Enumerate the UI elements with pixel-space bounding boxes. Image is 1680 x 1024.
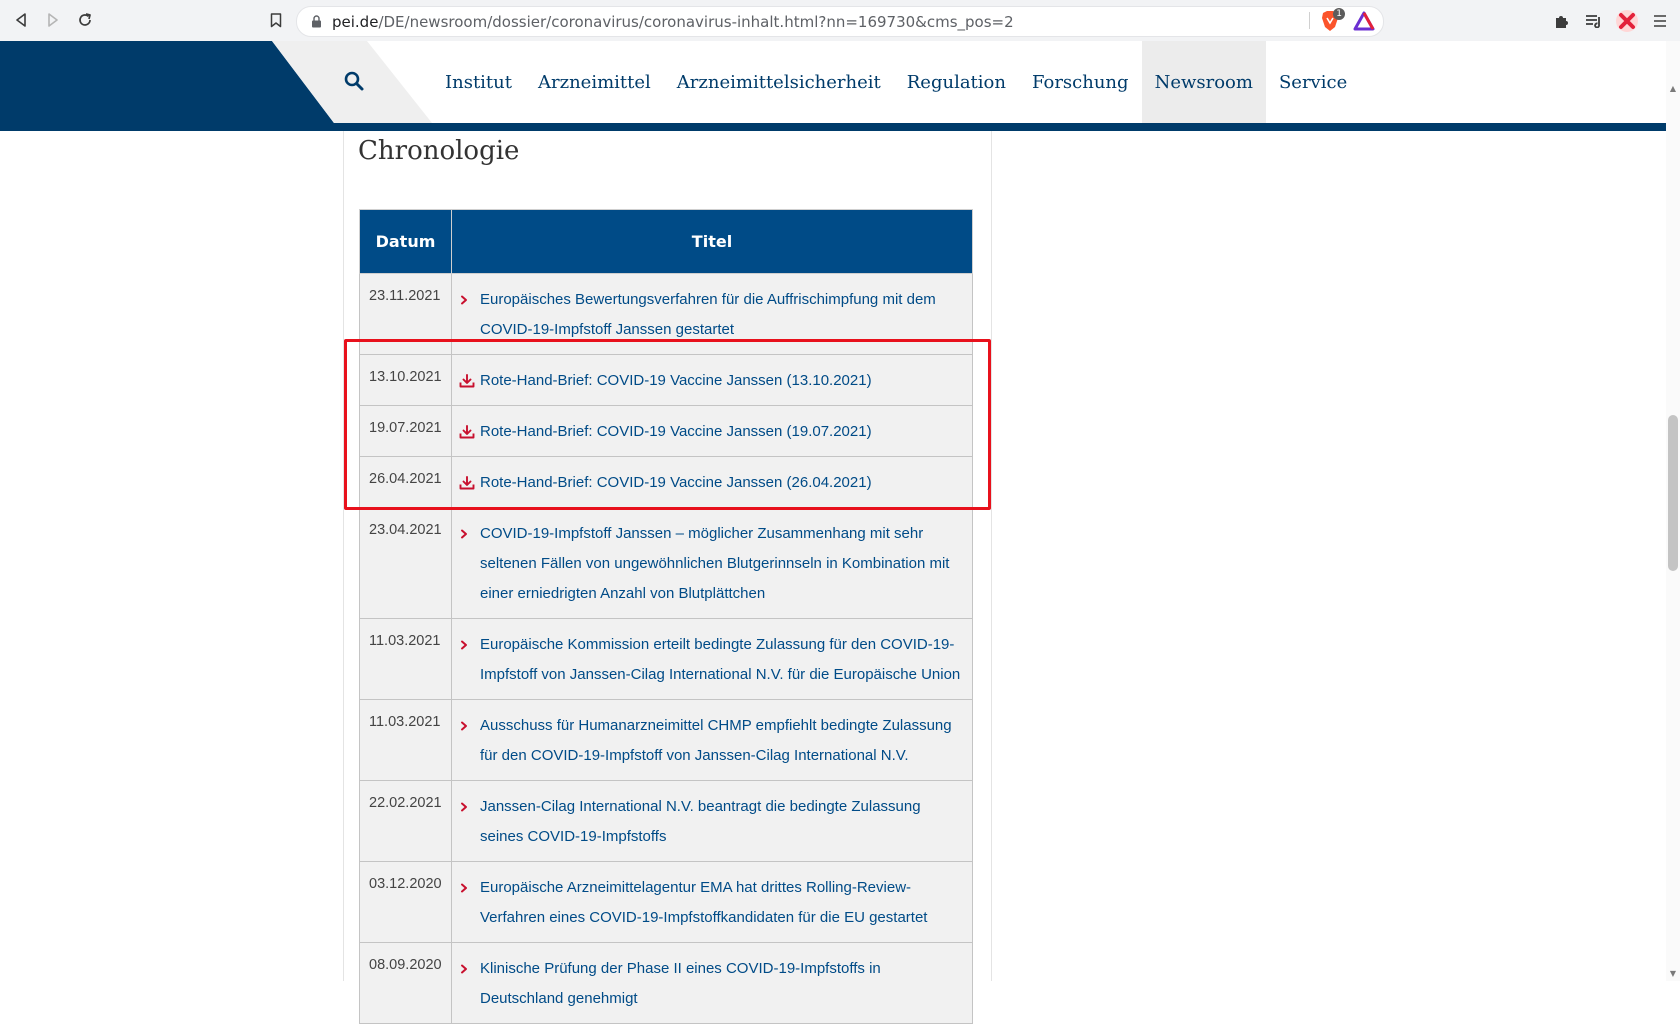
article-link[interactable]: COVID-19-Impfstoff Janssen – möglicher Z… xyxy=(480,519,962,609)
row-title-cell: Europäisches Bewertungsverfahren für die… xyxy=(451,273,973,355)
browser-toolbar: pei.de/DE/newsroom/dossier/coronavirus/c… xyxy=(0,0,1680,42)
article-link[interactable]: Europäisches Bewertungsverfahren für die… xyxy=(480,285,962,345)
scroll-up-arrow[interactable]: ▲ xyxy=(1668,84,1678,94)
nav-item-arzneimittel[interactable]: Arzneimittel xyxy=(525,41,664,123)
playlist-icon xyxy=(1586,15,1600,28)
chronology-table-body: 23.11.2021 Europäisches Bewertungsverfahr… xyxy=(359,273,973,1024)
search-button[interactable] xyxy=(343,70,367,94)
nav-item-institut[interactable]: Institut xyxy=(432,41,525,123)
chevron-right-icon xyxy=(459,519,480,549)
back-icon xyxy=(16,13,26,27)
table-row: 19.07.2021 Rote-Hand-Brief: COVID-19 Vacc… xyxy=(359,405,973,457)
row-title-cell: Europäische Kommission erteilt bedingte … xyxy=(451,618,973,700)
row-date: 22.02.2021 xyxy=(359,780,452,862)
nav-item-regulation[interactable]: Regulation xyxy=(894,41,1019,123)
back-button[interactable] xyxy=(10,9,32,31)
row-date: 26.04.2021 xyxy=(359,456,452,508)
hamburger-menu-icon xyxy=(1654,15,1666,27)
chevron-right-icon xyxy=(459,792,480,822)
row-title-cell: Klinische Prüfung der Phase II eines COV… xyxy=(451,942,973,1024)
download-link[interactable]: Rote-Hand-Brief: COVID-19 Vaccine Jansse… xyxy=(480,417,872,447)
row-date: 03.12.2020 xyxy=(359,861,452,943)
brave-shields-button[interactable]: 1 xyxy=(1318,8,1345,33)
row-date: 19.07.2021 xyxy=(359,405,452,457)
table-row: 03.12.2020 Europäische Arzneimittelagentu… xyxy=(359,861,973,943)
download-icon xyxy=(459,366,480,396)
search-icon xyxy=(344,71,364,91)
scroll-down-arrow[interactable]: ▼ xyxy=(1668,969,1678,979)
extensions-button[interactable] xyxy=(1550,9,1574,33)
forward-button[interactable] xyxy=(42,9,64,31)
media-queue-button[interactable] xyxy=(1582,9,1606,33)
header-divider-bar xyxy=(0,123,1666,131)
bookmark-icon xyxy=(270,12,282,27)
address-bar[interactable]: pei.de/DE/newsroom/dossier/coronavirus/c… xyxy=(296,6,1384,37)
row-title-cell: Janssen-Cilag International N.V. beantra… xyxy=(451,780,973,862)
table-row: 13.10.2021 Rote-Hand-Brief: COVID-19 Vacc… xyxy=(359,354,973,406)
nav-item-arzneimittelsicherheit[interactable]: Arzneimittelsicherheit xyxy=(664,41,894,123)
lock-icon xyxy=(311,15,322,28)
row-title-cell: COVID-19-Impfstoff Janssen – möglicher Z… xyxy=(451,507,973,619)
row-title-cell: Rote-Hand-Brief: COVID-19 Vaccine Jansse… xyxy=(451,354,973,406)
row-date: 23.04.2021 xyxy=(359,507,452,619)
chevron-right-icon xyxy=(459,285,480,315)
chevron-right-icon xyxy=(459,954,480,984)
row-date: 13.10.2021 xyxy=(359,354,452,406)
chevron-right-icon xyxy=(459,711,480,741)
chevron-right-icon xyxy=(459,873,480,903)
page-title: Chronologie xyxy=(358,136,520,166)
row-title-cell: Europäische Arzneimittelagentur EMA hat … xyxy=(451,861,973,943)
scrollbar-thumb[interactable] xyxy=(1668,415,1678,571)
table-row: 08.09.2020 Klinische Prüfung der Phase II… xyxy=(359,942,973,1024)
row-date: 11.03.2021 xyxy=(359,699,452,781)
reload-button[interactable] xyxy=(74,9,96,31)
bookmark-button[interactable] xyxy=(265,9,287,31)
nav-item-forschung[interactable]: Forschung xyxy=(1019,41,1142,123)
table-row: 23.04.2021 COVID-19-Impfstoff Janssen – m… xyxy=(359,507,973,619)
article-link[interactable]: Janssen-Cilag International N.V. beantra… xyxy=(480,792,962,852)
row-title-cell: Ausschuss für Humanarzneimittel CHMP emp… xyxy=(451,699,973,781)
download-link[interactable]: Rote-Hand-Brief: COVID-19 Vaccine Jansse… xyxy=(480,468,872,498)
column-header-title: Titel xyxy=(451,209,973,274)
reload-icon xyxy=(79,13,91,26)
row-date: 11.03.2021 xyxy=(359,618,452,700)
forward-icon xyxy=(48,13,58,27)
browser-menu-button[interactable] xyxy=(1648,9,1672,33)
table-row: 26.04.2021 Rote-Hand-Brief: COVID-19 Vacc… xyxy=(359,456,973,508)
url-path: /DE/newsroom/dossier/coronavirus/coronav… xyxy=(378,12,1014,31)
article-link[interactable]: Europäische Arzneimittelagentur EMA hat … xyxy=(480,873,962,933)
chevron-right-icon xyxy=(459,630,480,660)
rewards-triangle-icon xyxy=(1353,11,1375,31)
table-header-row: Datum Titel xyxy=(359,209,973,274)
table-row: 22.02.2021 Janssen-Cilag International N.… xyxy=(359,780,973,862)
brave-rewards-button[interactable] xyxy=(1352,9,1376,33)
profile-extension-button[interactable] xyxy=(1615,9,1639,33)
main-navigation: Institut Arzneimittel Arzneimittelsicher… xyxy=(432,41,1360,131)
table-row: 11.03.2021 Europäische Kommission erteilt… xyxy=(359,618,973,700)
x-logo-icon xyxy=(1616,10,1638,32)
nav-item-service[interactable]: Service xyxy=(1266,41,1360,123)
download-link[interactable]: Rote-Hand-Brief: COVID-19 Vaccine Jansse… xyxy=(480,366,872,396)
toolbar-divider xyxy=(1309,12,1310,29)
article-link[interactable]: Klinische Prüfung der Phase II eines COV… xyxy=(480,954,962,1014)
table-row: 11.03.2021 Ausschuss für Humanarzneimitte… xyxy=(359,699,973,781)
nav-item-newsroom[interactable]: Newsroom xyxy=(1141,41,1266,131)
article-link[interactable]: Ausschuss für Humanarzneimittel CHMP emp… xyxy=(480,711,962,771)
puzzle-icon xyxy=(1556,16,1568,28)
url-host: pei.de xyxy=(332,12,379,31)
download-icon xyxy=(459,468,480,498)
table-row: 23.11.2021 Europäisches Bewertungsverfahr… xyxy=(359,273,973,355)
row-title-cell: Rote-Hand-Brief: COVID-19 Vaccine Jansse… xyxy=(451,456,973,508)
page-scrollbar[interactable]: ▲ ▼ xyxy=(1666,41,1680,981)
chronology-table: Datum Titel 23.11.2021 Europäisches Bewer… xyxy=(359,209,973,1024)
download-icon xyxy=(459,417,480,447)
column-header-date: Datum xyxy=(359,209,452,274)
row-title-cell: Rote-Hand-Brief: COVID-19 Vaccine Jansse… xyxy=(451,405,973,457)
brave-badge: 1 xyxy=(1333,8,1345,20)
row-date: 23.11.2021 xyxy=(359,273,452,355)
article-link[interactable]: Europäische Kommission erteilt bedingte … xyxy=(480,630,962,690)
row-date: 08.09.2020 xyxy=(359,942,452,1024)
